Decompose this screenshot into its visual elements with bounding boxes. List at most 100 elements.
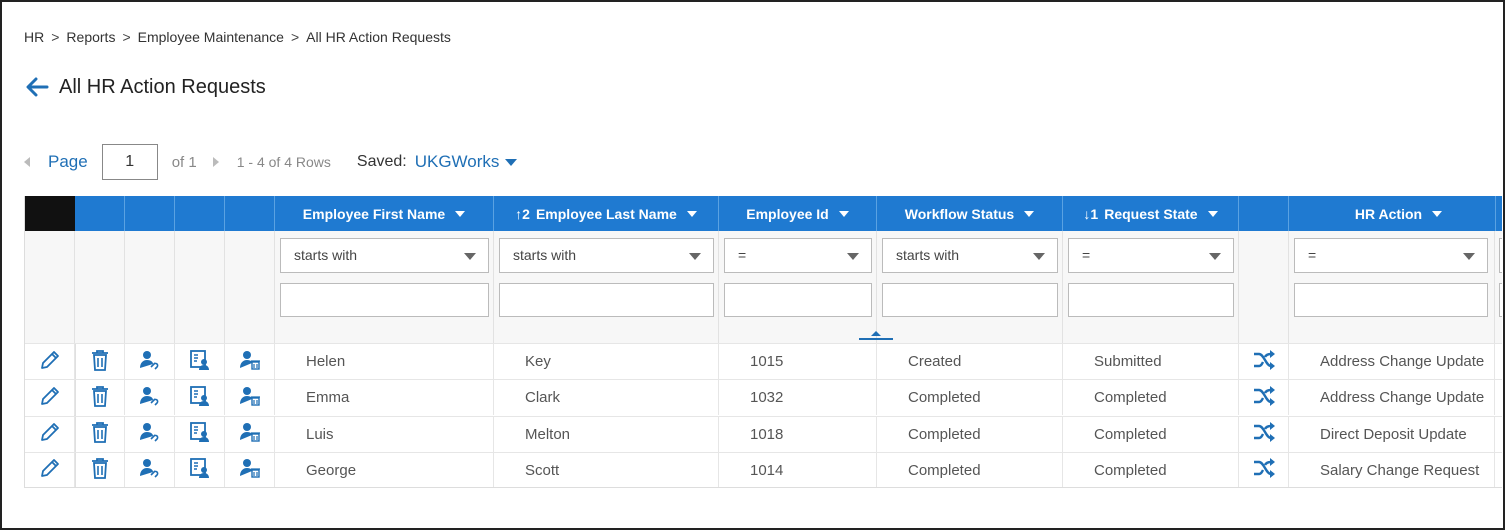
row-action-cell[interactable] — [25, 451, 75, 487]
row-action-cell[interactable] — [1239, 415, 1289, 452]
shuffle-icon[interactable] — [1252, 385, 1276, 411]
employee-card-icon[interactable] — [189, 457, 211, 483]
filter-operator-select[interactable]: starts with — [280, 238, 489, 273]
filter-value-input[interactable] — [1068, 283, 1234, 317]
breadcrumb-separator: > — [51, 29, 60, 45]
row-action-cell[interactable] — [1239, 379, 1289, 416]
row-action-cell[interactable] — [225, 379, 275, 416]
header-icon-column — [125, 196, 175, 231]
user-delete-icon[interactable] — [239, 385, 261, 411]
column-header[interactable]: ↓1 Request State — [1063, 196, 1239, 231]
row-action-cell[interactable] — [175, 415, 225, 452]
user-link-icon[interactable] — [139, 385, 161, 411]
row-action-cell[interactable] — [225, 415, 275, 452]
row-action-cell[interactable] — [1239, 343, 1289, 379]
breadcrumb-employee-maintenance[interactable]: Employee Maintenance — [138, 29, 284, 45]
shuffle-icon[interactable] — [1252, 457, 1276, 483]
table-cell-id: 1014 — [719, 451, 877, 487]
row-action-cell[interactable] — [75, 415, 125, 452]
pencil-icon[interactable] — [39, 349, 61, 375]
next-page-icon[interactable] — [212, 157, 219, 167]
column-header[interactable]: Workflow Status — [877, 196, 1063, 231]
previous-page-icon[interactable] — [24, 157, 30, 167]
filter-value-input[interactable] — [280, 283, 489, 317]
user-link-icon[interactable] — [139, 457, 161, 483]
pencil-icon[interactable] — [39, 421, 61, 447]
page-number-input[interactable]: 1 — [101, 144, 158, 180]
user-link-icon[interactable] — [139, 421, 161, 447]
filter-operator-select[interactable]: starts with — [882, 238, 1058, 273]
cell-text: Luis — [306, 425, 334, 443]
filter-value-input[interactable] — [882, 283, 1058, 317]
filter-cell — [25, 231, 75, 344]
filter-operator-select[interactable]: = — [724, 238, 872, 273]
table-cell-edge — [1495, 451, 1502, 487]
breadcrumb-hr[interactable]: HR — [24, 29, 44, 45]
employee-card-icon[interactable] — [189, 385, 211, 411]
filter-operator-select[interactable]: starts with — [499, 238, 714, 273]
breadcrumb-reports[interactable]: Reports — [66, 29, 115, 45]
column-header-label: Workflow Status — [904, 205, 1015, 222]
pencil-icon[interactable] — [39, 385, 61, 411]
column-header[interactable]: ↑2 Employee Last Name — [494, 196, 719, 231]
pencil-icon[interactable] — [39, 457, 61, 483]
user-delete-icon[interactable] — [239, 349, 261, 375]
shuffle-icon[interactable] — [1252, 349, 1276, 375]
row-action-cell[interactable] — [125, 379, 175, 416]
row-action-cell[interactable] — [125, 451, 175, 487]
chevron-down-icon — [505, 158, 518, 166]
row-action-cell[interactable] — [25, 343, 75, 379]
collapse-filters-icon[interactable] — [859, 327, 893, 340]
table-cell-state: Submitted — [1063, 343, 1239, 379]
row-action-cell[interactable] — [1239, 451, 1289, 487]
column-header[interactable]: Employee First Name — [275, 196, 494, 231]
column-header[interactable]: HR Action — [1289, 196, 1502, 231]
chevron-down-icon — [1432, 210, 1443, 217]
cell-text: Created — [908, 353, 962, 370]
row-action-cell[interactable] — [175, 379, 225, 416]
filter-operator-select[interactable]: = — [1068, 238, 1234, 273]
row-action-cell[interactable] — [25, 379, 75, 416]
filter-value-input[interactable] — [1294, 283, 1488, 317]
trash-icon[interactable] — [90, 385, 110, 411]
filter-value-input[interactable] — [499, 283, 714, 317]
shuffle-icon[interactable] — [1252, 421, 1276, 447]
trash-icon[interactable] — [90, 457, 110, 483]
back-arrow-icon[interactable] — [24, 74, 50, 100]
user-delete-icon[interactable] — [239, 457, 261, 483]
cell-text: 1015 — [750, 353, 784, 370]
row-action-cell[interactable] — [175, 451, 225, 487]
row-action-cell[interactable] — [75, 343, 125, 379]
trash-icon[interactable] — [90, 421, 110, 447]
row-action-cell[interactable] — [225, 451, 275, 487]
cell-text: Clark — [525, 389, 561, 407]
row-action-cell[interactable] — [225, 343, 275, 379]
row-action-cell[interactable] — [25, 415, 75, 452]
filter-operator-select[interactable]: = — [1294, 238, 1488, 273]
filter-operator-select[interactable] — [1499, 238, 1502, 273]
table-cell-last: Key — [494, 343, 719, 379]
filter-operator-value: starts with — [896, 247, 960, 263]
employee-card-icon[interactable] — [189, 349, 211, 375]
employee-card-icon[interactable] — [189, 421, 211, 447]
table-cell-edge — [1495, 343, 1502, 379]
filter-value-input[interactable] — [724, 283, 872, 317]
column-header[interactable]: Employee Id — [719, 196, 877, 231]
user-link-icon[interactable] — [139, 349, 161, 375]
filter-value-input[interactable] — [1499, 283, 1502, 317]
cell-text: 1032 — [750, 389, 784, 407]
table-cell-id: 1018 — [719, 415, 877, 452]
filter-cell — [225, 231, 275, 344]
cell-text: Completed — [908, 389, 981, 407]
chevron-down-icon — [455, 210, 466, 217]
header-icon-column — [25, 196, 75, 231]
trash-icon[interactable] — [90, 349, 110, 375]
row-action-cell[interactable] — [175, 343, 225, 379]
row-action-cell[interactable] — [125, 415, 175, 452]
cell-text: Completed — [1094, 425, 1167, 443]
row-action-cell[interactable] — [75, 379, 125, 416]
row-action-cell[interactable] — [125, 343, 175, 379]
saved-view-dropdown[interactable]: UKGWorks — [415, 152, 518, 172]
user-delete-icon[interactable] — [239, 421, 261, 447]
row-action-cell[interactable] — [75, 451, 125, 487]
